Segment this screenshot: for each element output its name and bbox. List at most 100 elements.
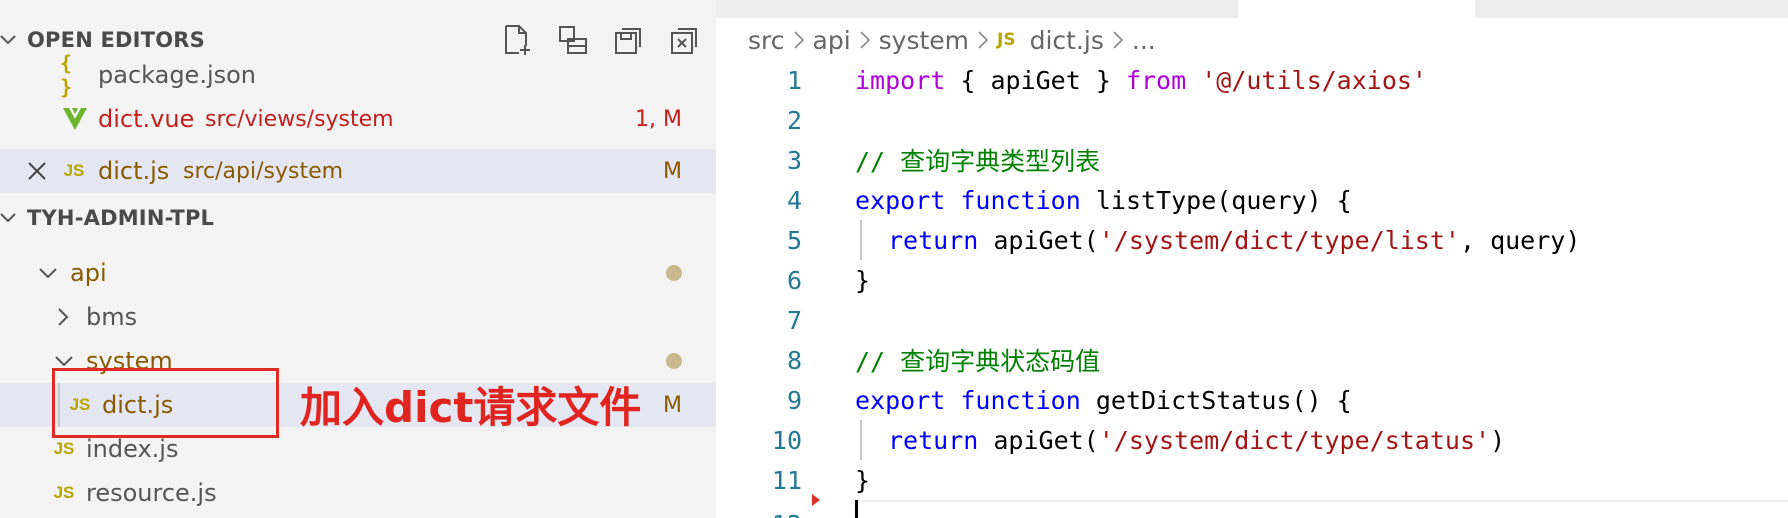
code-line: 9 export function getDictStatus() {	[716, 380, 1788, 420]
chevron-right-icon	[793, 26, 804, 55]
fold-marker-icon[interactable]	[812, 494, 820, 506]
editor-tab[interactable]	[1001, 0, 1237, 18]
js-file-icon: JS	[997, 30, 1016, 50]
breadcrumb-item[interactable]: api	[813, 26, 851, 55]
line-number: 12	[716, 510, 802, 518]
open-editor-item[interactable]: { } package.json	[0, 51, 716, 99]
annotation-text: 加入dict请求文件	[300, 383, 642, 432]
tree-folder-api[interactable]: api	[0, 251, 716, 295]
code-text: return apiGet('/system/dict/type/list', …	[888, 226, 1580, 255]
chevron-down-icon[interactable]	[0, 208, 16, 228]
code-line: 1 import { apiGet } from '@/utils/axios'	[716, 60, 1788, 100]
code-text: return apiGet('/system/dict/type/status'…	[888, 426, 1505, 455]
token-keyword: export	[855, 385, 946, 415]
close-icon[interactable]	[26, 160, 48, 182]
token-plain: { apiGet }	[945, 65, 1126, 95]
chevron-right-icon	[1113, 26, 1124, 55]
editor-tab[interactable]	[716, 0, 999, 18]
code-line: 8 // 查询字典状态码值	[716, 340, 1788, 380]
chevron-right-icon	[56, 307, 70, 327]
token-keyword: from	[1125, 65, 1187, 95]
line-number: 3	[786, 145, 802, 175]
editor-tab-active[interactable]	[1239, 0, 1475, 18]
token-comment: // 查询字典类型列表	[855, 147, 1101, 176]
line-number: 6	[786, 265, 802, 295]
tree-label: api	[70, 259, 107, 287]
breadcrumb-symbols[interactable]: ...	[1132, 26, 1156, 55]
json-file-icon: { }	[60, 51, 73, 99]
code-line-current: 12	[716, 494, 1788, 518]
line-number: 11	[771, 465, 802, 495]
new-file-icon[interactable]	[500, 23, 534, 57]
code-text: export function getDictStatus() {	[855, 386, 1352, 415]
line-number: 5	[786, 225, 802, 255]
breadcrumb-item[interactable]: system	[879, 26, 969, 55]
open-editor-name: dict.js	[98, 157, 170, 185]
open-editors-title: OPEN EDITORS	[27, 28, 205, 52]
breadcrumb: src api system JS dict.js ...	[748, 22, 1156, 58]
chevron-right-icon	[860, 26, 870, 55]
token-keyword: export	[855, 185, 946, 215]
open-editor-item[interactable]: dict.vue src/views/system 1, M	[0, 97, 716, 141]
git-status: M	[663, 158, 682, 184]
indent-guide	[860, 420, 862, 460]
line-number: 10	[771, 425, 802, 455]
line-number: 4	[786, 185, 802, 215]
text-cursor	[855, 500, 858, 518]
chevron-down-icon	[38, 263, 58, 283]
close-all-icon[interactable]	[668, 23, 702, 57]
token-plain: listType(query) {	[1080, 185, 1352, 215]
tab-strip	[716, 0, 1788, 18]
token-plain: getDictStatus() {	[1080, 385, 1352, 415]
token-keyword: function	[960, 185, 1081, 215]
breadcrumb-file[interactable]: dict.js	[1030, 26, 1104, 55]
js-file-icon: JS	[53, 483, 75, 502]
chevron-down-icon[interactable]	[0, 30, 16, 50]
tree-label: bms	[86, 303, 138, 331]
token-keyword: function	[960, 385, 1081, 415]
token-string: '@/utils/axios'	[1201, 65, 1427, 95]
annotation-highlight-box	[52, 368, 279, 438]
open-editor-item-active[interactable]: JS dict.js src/api/system M	[0, 149, 716, 193]
explorer-sidebar: OPEN EDITORS { } package.json dict.vue s…	[0, 0, 716, 518]
token-plain: , query)	[1459, 225, 1581, 255]
code-line: 10 return apiGet('/system/dict/type/stat…	[716, 420, 1788, 460]
vue-file-icon	[62, 107, 88, 131]
tree-folder-bms[interactable]: bms	[0, 295, 716, 339]
line-number: 9	[786, 385, 802, 415]
code-text: export function listType(query) {	[855, 186, 1352, 215]
token-comment: // 查询字典状态码值	[855, 347, 1101, 376]
token-plain: apiGet(	[978, 225, 1099, 255]
problems-status: 1, M	[635, 106, 682, 132]
token-plain: }	[855, 265, 871, 295]
tree-file-resource-js[interactable]: JS resource.js	[0, 471, 716, 515]
workspace-title: TYH-ADMIN-TPL	[27, 206, 215, 230]
token-plain: }	[855, 465, 871, 495]
code-line: 11 }	[716, 460, 1788, 500]
workspace-header[interactable]: TYH-ADMIN-TPL	[0, 200, 716, 236]
token-plain: )	[1490, 425, 1506, 455]
code-line: 3 // 查询字典类型列表	[716, 140, 1788, 180]
token-string: '/system/dict/type/list'	[1098, 225, 1460, 255]
code-line: 7	[716, 300, 1788, 340]
token-string: '/system/dict/type/status'	[1098, 425, 1491, 455]
token-keyword: import	[855, 65, 946, 95]
code-line: 6 }	[716, 260, 1788, 300]
breadcrumb-item[interactable]: src	[748, 26, 785, 55]
current-line-highlight	[855, 500, 1788, 502]
code-editor[interactable]: src api system JS dict.js ... 1 import {…	[716, 0, 1788, 518]
js-file-icon: JS	[53, 439, 75, 458]
editor-tab[interactable]	[1477, 0, 1788, 18]
git-status: M	[663, 392, 682, 418]
open-editor-name: dict.vue	[98, 105, 195, 133]
token-keyword: return	[888, 225, 979, 255]
modified-dot	[666, 265, 682, 281]
open-editor-path: src/views/system	[205, 106, 394, 132]
js-file-icon: JS	[63, 161, 85, 180]
token-keyword: return	[888, 425, 979, 455]
tree-label: index.js	[86, 435, 179, 463]
code-text: import { apiGet } from '@/utils/axios'	[855, 66, 1427, 95]
save-all-icon[interactable]	[612, 23, 646, 57]
toggle-vertical-layout-icon[interactable]	[556, 23, 590, 57]
tree-label: resource.js	[86, 479, 217, 507]
